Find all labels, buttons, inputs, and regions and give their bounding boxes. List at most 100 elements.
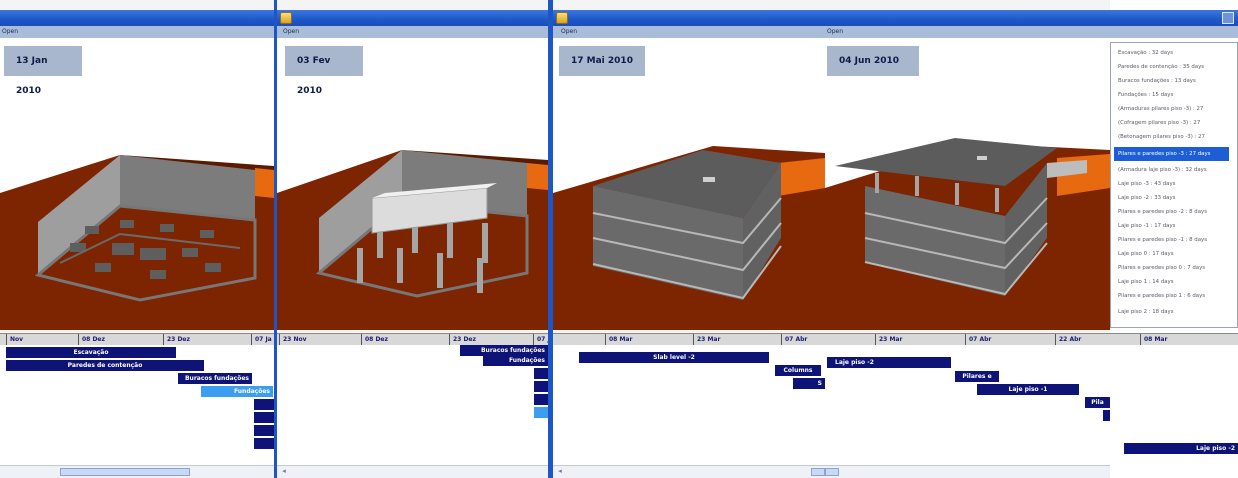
gantt-bar[interactable] (254, 425, 274, 436)
building-model-render (825, 138, 1110, 330)
menu-open[interactable]: Open (2, 26, 18, 38)
timeline-tick: 23 Nov (279, 334, 363, 345)
task-item[interactable]: Laje piso 0 : 17 days (1114, 247, 1229, 261)
title-bar (825, 10, 1110, 26)
task-item[interactable]: Buracos fundações : 13 days (1114, 74, 1229, 88)
timeline-tick: 08 Mar (1140, 334, 1238, 345)
window-button-icon[interactable] (1222, 12, 1234, 24)
task-item[interactable]: (Armaduras pilares piso -3) : 27 (1114, 102, 1229, 116)
horizontal-scrollbar[interactable]: ◂ (553, 465, 825, 478)
menu-open[interactable]: Open (561, 26, 577, 38)
timeline-tick: 08 Mar (605, 334, 695, 345)
title-bar (1110, 10, 1238, 26)
horizontal-scrollbar[interactable] (825, 465, 1110, 478)
gantt-bar-escavacao[interactable]: Escavação (6, 347, 176, 358)
3d-viewport[interactable]: 04 Jun 2010 (825, 38, 1110, 330)
task-item[interactable]: Paredes de contenção : 35 days (1114, 60, 1229, 74)
timeline-tick: 08 Dez (78, 334, 166, 345)
gantt-bar-pilares[interactable]: Pilares e (955, 371, 999, 382)
building-model-render (553, 146, 825, 330)
gantt-chart: Buracos fundações Fundações (277, 345, 548, 466)
timeline-tick: 23 Dez (163, 334, 253, 345)
task-item[interactable]: Fundações : 15 days (1114, 88, 1229, 102)
timeline-tick: Nov (6, 334, 80, 345)
gantt-bar[interactable] (534, 394, 548, 405)
3d-viewport[interactable]: 13 Jan 2010 (0, 38, 274, 330)
timeline-tick: 07 Ja (251, 334, 274, 345)
scrollbar-thumb[interactable] (811, 468, 825, 476)
menu-bar: Open (553, 26, 825, 38)
scrollbar-thumb[interactable] (60, 468, 190, 476)
task-item[interactable]: Laje piso -1 : 17 days (1114, 219, 1229, 233)
gantt-bar[interactable] (534, 368, 548, 379)
gantt-bar-fundacoes[interactable]: Fundações (483, 355, 548, 366)
menu-bar (1110, 26, 1238, 38)
title-bar (277, 10, 548, 26)
gantt-bar-columns[interactable]: Columns (775, 365, 821, 376)
task-item[interactable]: (Betonagem pilares piso -3) : 27 (1114, 130, 1229, 144)
task-item[interactable]: Pilares e paredes piso -1 : 8 days (1114, 233, 1229, 247)
menu-bar: Open (0, 26, 274, 38)
menu-bar: Open (277, 26, 548, 38)
date-label: 03 Fev 2010 (285, 46, 363, 96)
gantt-bar-paredes-contencao[interactable]: Paredes de contenção (6, 360, 204, 371)
gantt-chart: Laje piso -2 Pilares e Laje piso -1 Pila (825, 345, 1110, 466)
timeline-tick: 23 Mar (693, 334, 783, 345)
scrollbar-thumb[interactable] (825, 468, 839, 476)
date-label: 17 Mai 2010 (559, 46, 645, 76)
timeline-tick: 22 Abr (1055, 334, 1110, 345)
task-item[interactable]: Laje piso 1 : 14 days (1114, 275, 1229, 289)
app-icon (280, 12, 292, 24)
gantt-bar-laje-piso-2[interactable]: Laje piso -2 (827, 357, 951, 368)
3d-viewport[interactable]: 17 Mai 2010 (553, 38, 825, 330)
horizontal-scrollbar[interactable] (0, 465, 274, 478)
gantt-chart: Escavação Paredes de contenção Buracos f… (0, 345, 274, 466)
building-model-render (0, 155, 274, 330)
task-item[interactable]: Escavação : 32 days (1114, 46, 1229, 60)
gantt-bar-laje-piso-1[interactable]: Laje piso -1 (977, 384, 1079, 395)
timeline-tick: 08 Dez (361, 334, 451, 345)
title-bar (553, 10, 825, 26)
gantt-bar[interactable] (254, 438, 274, 449)
task-item[interactable]: Pilares e paredes piso 0 : 7 days (1114, 261, 1229, 275)
gantt-bar-laje-piso-2[interactable]: Laje piso -2 (1124, 443, 1238, 454)
title-bar (0, 10, 274, 26)
gantt-bar[interactable] (254, 412, 274, 423)
scroll-left-icon[interactable]: ◂ (555, 467, 565, 476)
task-item[interactable]: Pilares e paredes piso -2 : 8 days (1114, 205, 1229, 219)
gantt-bar-slab-level-2[interactable]: Slab level -2 (579, 352, 769, 363)
timeline-tick: 23 Mar (875, 334, 967, 345)
app-icon (556, 12, 568, 24)
task-item[interactable]: Laje piso -2 : 33 days (1114, 191, 1229, 205)
task-item[interactable]: (Cofragem pilares piso -3) : 27 (1114, 116, 1229, 130)
gantt-chart: Slab level -2 Columns S (553, 345, 825, 466)
date-label: 13 Jan 2010 (4, 46, 82, 96)
task-list[interactable]: Escavação : 32 days Paredes de contenção… (1110, 42, 1238, 328)
gantt-bar[interactable] (534, 381, 548, 392)
task-item[interactable]: (Armadura laje piso -3) : 32 days (1114, 163, 1229, 177)
menu-open[interactable]: Open (827, 26, 843, 38)
timeline-tick: 07 J (533, 334, 548, 345)
task-item[interactable]: Pilares e paredes piso 1 : 6 days (1114, 289, 1229, 303)
scroll-left-icon[interactable]: ◂ (279, 467, 289, 476)
timeline-tick: 07 Abr (965, 334, 1057, 345)
gantt-bar-fundacoes[interactable]: Fundações (201, 386, 273, 397)
timeline-tick: 07 Abr (781, 334, 825, 345)
task-item[interactable]: Laje piso 2 : 18 days (1114, 305, 1229, 319)
horizontal-scrollbar[interactable]: ◂ (277, 465, 548, 478)
viewer-window-1: Open 13 Jan 2010 Nov 08 Dez 23 Dez 07 Ja (0, 0, 274, 478)
timeline-tick: 23 Dez (449, 334, 535, 345)
gantt-bar[interactable] (534, 407, 548, 418)
gantt-chart: Laje piso -2 (1110, 345, 1238, 466)
viewer-window-3: Open 17 Mai 2010 08 Mar 23 Mar 07 Abr Sl… (553, 0, 825, 478)
task-item-selected[interactable]: Pilares e paredes piso -3 : 27 days (1114, 147, 1229, 161)
3d-viewport[interactable]: 03 Fev 2010 (277, 38, 548, 330)
gantt-bar[interactable] (1103, 410, 1110, 421)
menu-open[interactable]: Open (283, 26, 299, 38)
task-item[interactable]: Laje piso -3 : 43 days (1114, 177, 1229, 191)
gantt-bar[interactable]: S (793, 378, 825, 389)
gantt-bar-buracos-fundacoes[interactable]: Buracos fundações (178, 373, 252, 384)
menu-bar: Open (825, 26, 1110, 38)
gantt-bar[interactable] (254, 399, 274, 410)
gantt-bar[interactable]: Pila (1085, 397, 1110, 408)
